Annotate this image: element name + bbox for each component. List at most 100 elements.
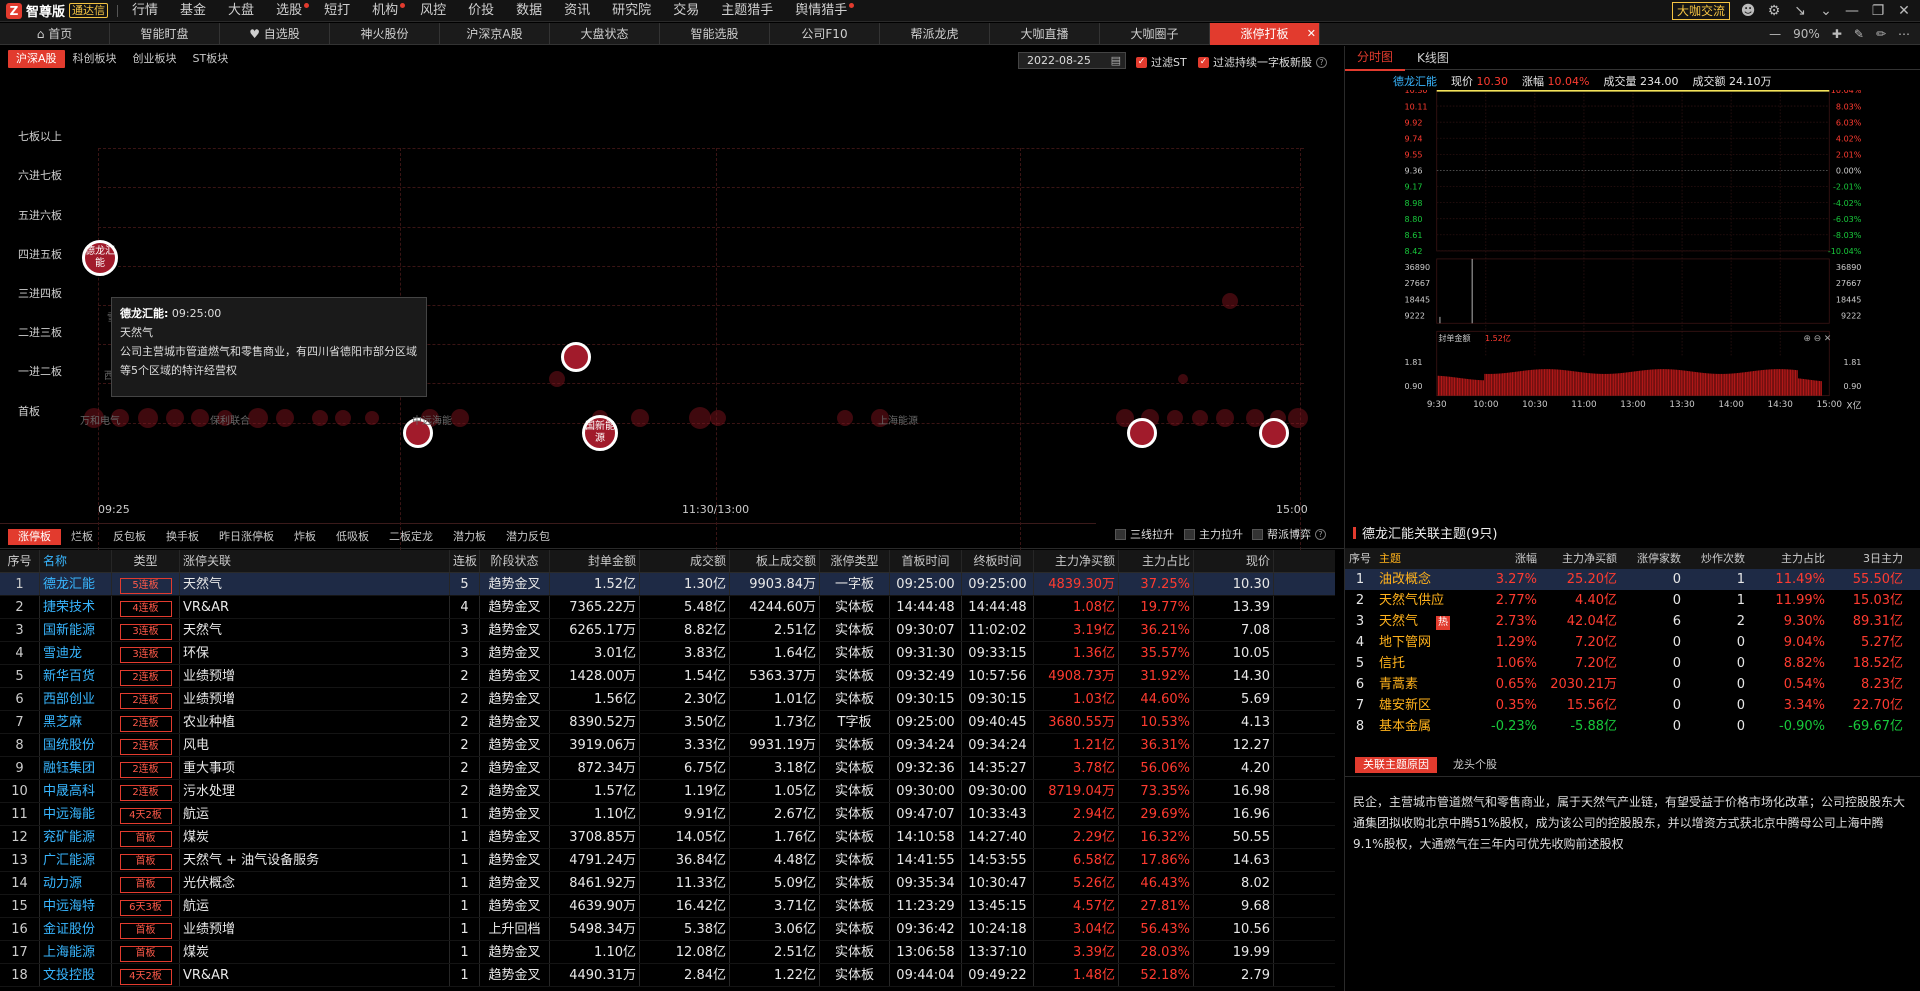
menu-item[interactable]: 短打: [313, 0, 361, 22]
table-row[interactable]: 16 金证股份 首板 业绩预增 1 上升回档 5498.34万 5.38亿 3.06亿 实体板 09…: [0, 918, 1335, 941]
menu-item[interactable]: 行情: [121, 0, 169, 22]
faint-bubble[interactable]: [166, 409, 184, 427]
cell-name[interactable]: 兖矿能源: [40, 826, 112, 848]
table-row[interactable]: 10 中晟高科 2连板 污水处理 2 趋势金叉 1.57亿 1.19亿 1.05亿 实体板 09:3…: [0, 780, 1335, 803]
restore-icon[interactable]: ❐: [1870, 3, 1886, 19]
highlight-bubble[interactable]: [1127, 418, 1157, 448]
tab-item[interactable]: 涨停打板 ✕: [1210, 23, 1320, 45]
tab-leader-stocks[interactable]: 龙头个股: [1445, 757, 1505, 773]
tab-item[interactable]: 大盘状态: [550, 23, 660, 45]
close-icon[interactable]: ✕: [1896, 3, 1912, 19]
table-row[interactable]: 4 雪迪龙 3连板 环保 3 趋势金叉 3.01亿 3.83亿 1.64亿 实体板 09:31:30…: [0, 642, 1335, 665]
more-icon[interactable]: ⋯: [1898, 27, 1910, 41]
faint-bubble[interactable]: [138, 408, 158, 428]
faint-bubble[interactable]: [1192, 410, 1208, 426]
theme-row[interactable]: 5 信托 1.06% 7.20亿 0 0 8.82% 18.52亿: [1345, 653, 1920, 674]
theme-cell-name[interactable]: 地下管网: [1375, 632, 1487, 653]
settings-icon[interactable]: ⚙: [1766, 3, 1782, 19]
board-tab[interactable]: 昨日涨停板: [209, 529, 284, 545]
tab-item[interactable]: 神火股份: [330, 23, 440, 45]
faint-bubble[interactable]: [549, 371, 565, 387]
tab-item[interactable]: 大咖直播: [990, 23, 1100, 45]
cell-name[interactable]: 国新能源: [40, 619, 112, 641]
menu-item[interactable]: 选股: [265, 0, 313, 22]
theme-row[interactable]: 6 青蒿素 0.65% 2030.21万 0 0 0.54% 8.23亿: [1345, 674, 1920, 695]
column-header[interactable]: 涨停关联: [180, 550, 450, 572]
zoom-in-icon[interactable]: ✚: [1832, 27, 1842, 41]
tab-item[interactable]: 帮派龙虎: [880, 23, 990, 45]
highlight-bubble[interactable]: 国新能源: [582, 415, 618, 451]
table-row[interactable]: 7 黑芝麻 2连板 农业种植 2 趋势金叉 8390.52万 3.50亿 1.73亿 T字板 09:…: [0, 711, 1335, 734]
theme-column-header[interactable]: 3日主力: [1825, 548, 1907, 569]
theme-cell-name[interactable]: 基本金属: [1375, 716, 1487, 737]
market-segment[interactable]: 沪深A股: [8, 50, 65, 68]
tab-theme-reason[interactable]: 关联主题原因: [1355, 756, 1437, 773]
filter-new-stock-checkbox[interactable]: ✓ 过滤持续一字板新股 ?: [1198, 54, 1327, 70]
theme-row[interactable]: 7 雄安新区 0.35% 15.56亿 0 0 3.34% 22.70亿: [1345, 695, 1920, 716]
filter-st-checkbox[interactable]: ✓ 过滤ST: [1136, 54, 1187, 70]
menu-item[interactable]: 风控: [409, 0, 457, 22]
faint-bubble[interactable]: [1216, 409, 1234, 427]
edit-icon[interactable]: ✏: [1876, 27, 1886, 41]
faint-bubble[interactable]: [191, 409, 209, 427]
theme-cell-name[interactable]: 油改概念: [1375, 569, 1487, 590]
theme-column-header[interactable]: 序号: [1345, 548, 1375, 569]
tab-kline-chart[interactable]: K线图: [1405, 46, 1461, 70]
tab-item[interactable]: 智能盯盘: [110, 23, 220, 45]
board-tab[interactable]: 涨停板: [8, 528, 61, 545]
table-row[interactable]: 14 动力源 首板 光伏概念 1 趋势金叉 8461.92万 11.33亿 5.09亿 实体板 09…: [0, 872, 1335, 895]
menu-item[interactable]: 研究院: [601, 0, 662, 22]
cell-name[interactable]: 融钰集团: [40, 757, 112, 779]
column-header[interactable]: 类型: [112, 550, 180, 572]
theme-row[interactable]: 3 天然气 热 2.73% 42.04亿 6 2 9.30% 89.31亿: [1345, 611, 1920, 632]
help-icon[interactable]: ?: [1316, 56, 1327, 68]
theme-cell-name[interactable]: 信托: [1375, 653, 1487, 674]
cell-name[interactable]: 新华百货: [40, 665, 112, 687]
user-icon[interactable]: ☻: [1740, 3, 1756, 19]
column-header[interactable]: 涨停类型: [820, 550, 890, 572]
board-tab[interactable]: 烂板: [61, 529, 103, 545]
column-header[interactable]: 终板时间: [962, 550, 1034, 572]
table-row[interactable]: 5 新华百货 2连板 业绩预增 2 趋势金叉 1428.00万 1.54亿 5363.37万 实体…: [0, 665, 1335, 688]
faint-bubble[interactable]: [631, 409, 649, 427]
market-segment[interactable]: 创业板块: [125, 50, 185, 68]
theme-column-header[interactable]: 主力净买额: [1537, 548, 1617, 569]
cell-name[interactable]: 中晟高科: [40, 780, 112, 802]
column-header[interactable]: 阶段状态: [480, 550, 550, 572]
expert-talk-button[interactable]: 大咖交流: [1671, 1, 1730, 20]
cell-name[interactable]: 金证股份: [40, 918, 112, 940]
theme-cell-name[interactable]: 雄安新区: [1375, 695, 1487, 716]
date-picker[interactable]: 2022-08-25 ▤: [1018, 52, 1126, 69]
faint-bubble[interactable]: [1167, 410, 1183, 426]
column-header[interactable]: 封单金额: [550, 550, 640, 572]
shrink-icon[interactable]: ↘: [1792, 3, 1808, 19]
menu-item[interactable]: 资讯: [553, 0, 601, 22]
cell-name[interactable]: 广汇能源: [40, 849, 112, 871]
theme-cell-name[interactable]: 青蒿素: [1375, 674, 1487, 695]
column-header[interactable]: 主力净买额: [1034, 550, 1119, 572]
tab-item[interactable]: ⌂ 首页: [0, 23, 110, 45]
table-option-checkbox[interactable]: 帮派博弈?: [1252, 526, 1326, 542]
theme-row[interactable]: 1 油改概念 3.27% 25.20亿 0 1 11.49% 55.50亿: [1345, 569, 1920, 590]
highlight-bubble[interactable]: [1259, 418, 1289, 448]
market-segment[interactable]: 科创板块: [65, 50, 125, 68]
dropdown-icon[interactable]: ⌄: [1818, 3, 1834, 19]
column-header[interactable]: 成交额: [640, 550, 730, 572]
menu-item[interactable]: 交易: [662, 0, 710, 22]
faint-bubble[interactable]: [1222, 293, 1238, 309]
cell-name[interactable]: 文投控股: [40, 964, 112, 986]
cell-name[interactable]: 上海能源: [40, 941, 112, 963]
tab-item[interactable]: 智能选股: [660, 23, 770, 45]
column-header[interactable]: 序号: [0, 550, 40, 572]
board-tab[interactable]: 潜力反包: [496, 529, 560, 545]
menu-item[interactable]: 价投: [457, 0, 505, 22]
board-tab[interactable]: 潜力板: [443, 529, 496, 545]
table-row[interactable]: 3 国新能源 3连板 天然气 3 趋势金叉 6265.17万 8.82亿 2.51亿 实体板 09:…: [0, 619, 1335, 642]
table-option-checkbox[interactable]: 三线拉升: [1115, 526, 1174, 542]
table-row[interactable]: 15 中远海特 6天3板 航运 1 趋势金叉 4639.90万 16.42亿 3.71亿 实体板 1…: [0, 895, 1335, 918]
cell-name[interactable]: 德龙汇能: [40, 573, 112, 595]
board-tab[interactable]: 反包板: [103, 529, 156, 545]
faint-bubble[interactable]: [1178, 374, 1188, 384]
faint-bubble[interactable]: [365, 411, 379, 425]
board-tab[interactable]: 炸板: [284, 529, 326, 545]
